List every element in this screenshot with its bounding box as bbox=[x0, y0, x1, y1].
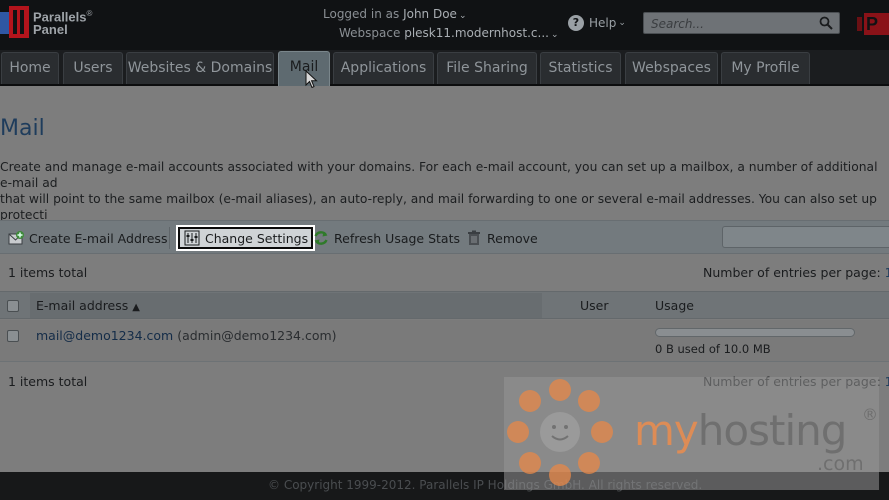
user-info: Logged in as John Doe ⌄ Webspace plesk11.… bbox=[322, 6, 562, 44]
sun-logo-icon bbox=[507, 379, 613, 486]
search-icon[interactable] bbox=[819, 16, 833, 30]
refresh-usage-button[interactable]: Refresh Usage Stats bbox=[313, 228, 460, 248]
items-total: 1 items total bbox=[8, 374, 88, 389]
tab-file-sharing[interactable]: File Sharing bbox=[437, 52, 537, 84]
add-mail-icon bbox=[8, 231, 24, 245]
per-page-option[interactable]: 10 bbox=[885, 265, 889, 280]
tab-home[interactable]: Home bbox=[1, 52, 59, 84]
email-address-link[interactable]: mail@demo1234.com bbox=[36, 328, 173, 343]
entries-per-page: Number of entries per page: 10 bbox=[703, 265, 889, 280]
help-label: Help bbox=[589, 16, 617, 30]
sort-ascending-icon: ▲ bbox=[132, 302, 140, 313]
trash-icon bbox=[468, 230, 480, 245]
search-input[interactable] bbox=[644, 14, 814, 34]
parallels-logo-icon bbox=[0, 6, 30, 38]
remove-button[interactable]: Remove bbox=[466, 228, 538, 248]
logo-text: Parallels® Panel bbox=[33, 9, 93, 37]
items-total: 1 items total bbox=[8, 265, 88, 280]
watermark-reg-mark: ® bbox=[862, 405, 878, 424]
email-owner: (admin@demo1234.com) bbox=[177, 328, 337, 343]
list-search-input[interactable] bbox=[722, 226, 889, 248]
tab-mail[interactable]: Mail bbox=[278, 51, 330, 86]
usage-text: 0 B used of 10.0 MB bbox=[655, 342, 771, 356]
global-search bbox=[643, 12, 840, 34]
chevron-down-icon: ⌄ bbox=[550, 30, 559, 40]
watermark-dotcom: .com bbox=[817, 453, 864, 475]
corner-brand-logo: P bbox=[857, 13, 889, 35]
chevron-down-icon: ⌄ bbox=[618, 18, 626, 28]
email-column-header[interactable]: E-mail address ▲ bbox=[30, 293, 542, 318]
refresh-icon bbox=[314, 231, 328, 245]
usage-column-header[interactable]: Usage bbox=[655, 298, 694, 313]
list-summary-top: 1 items total Number of entries per page… bbox=[0, 265, 889, 285]
help-menu[interactable]: ? Help ⌄ bbox=[568, 15, 626, 31]
tab-users[interactable]: Users bbox=[63, 52, 123, 84]
webspace-selector[interactable]: plesk11.modernhost.c... ⌄ bbox=[404, 26, 558, 40]
row-checkbox[interactable] bbox=[7, 330, 19, 342]
logged-in-label: Logged in as bbox=[323, 7, 400, 21]
main-nav: Home Users Websites & Domains Mail Appli… bbox=[0, 50, 889, 86]
email-address-cell: mail@demo1234.com (admin@demo1234.com) bbox=[36, 328, 337, 343]
usage-progress-bar bbox=[655, 328, 855, 337]
user-column-header[interactable]: User bbox=[580, 298, 609, 313]
mail-toolbar: Create E-mail Address Change Settings Re… bbox=[0, 220, 889, 254]
per-page-option[interactable]: 10 bbox=[885, 374, 889, 389]
table-header: E-mail address ▲ User Usage bbox=[0, 291, 889, 319]
parallels-panel-logo[interactable]: Parallels® Panel bbox=[0, 6, 92, 38]
user-menu[interactable]: John Doe ⌄ bbox=[403, 7, 466, 21]
create-email-button[interactable]: Create E-mail Address bbox=[8, 228, 167, 248]
page-title: Mail bbox=[0, 116, 45, 141]
mouse-cursor-icon bbox=[305, 70, 318, 89]
change-settings-button[interactable]: Change Settings bbox=[178, 227, 314, 249]
chevron-down-icon: ⌄ bbox=[458, 11, 467, 21]
tab-applications[interactable]: Applications bbox=[333, 52, 434, 84]
webspace-label: Webspace bbox=[339, 26, 401, 40]
watermark-brand: myhosting bbox=[634, 406, 847, 455]
settings-sliders-icon bbox=[184, 230, 200, 246]
tab-my-profile[interactable]: My Profile bbox=[721, 52, 810, 84]
myhosting-watermark: myhosting ® .com bbox=[504, 377, 879, 490]
tab-websites-domains[interactable]: Websites & Domains bbox=[126, 52, 274, 84]
tab-statistics[interactable]: Statistics bbox=[540, 52, 621, 84]
tab-webspaces[interactable]: Webspaces bbox=[625, 52, 718, 84]
top-header: Parallels® Panel Logged in as John Doe ⌄ … bbox=[0, 0, 889, 50]
help-icon: ? bbox=[568, 15, 584, 31]
table-row: mail@demo1234.com (admin@demo1234.com) 0… bbox=[0, 320, 889, 362]
select-all-checkbox[interactable] bbox=[7, 300, 19, 312]
